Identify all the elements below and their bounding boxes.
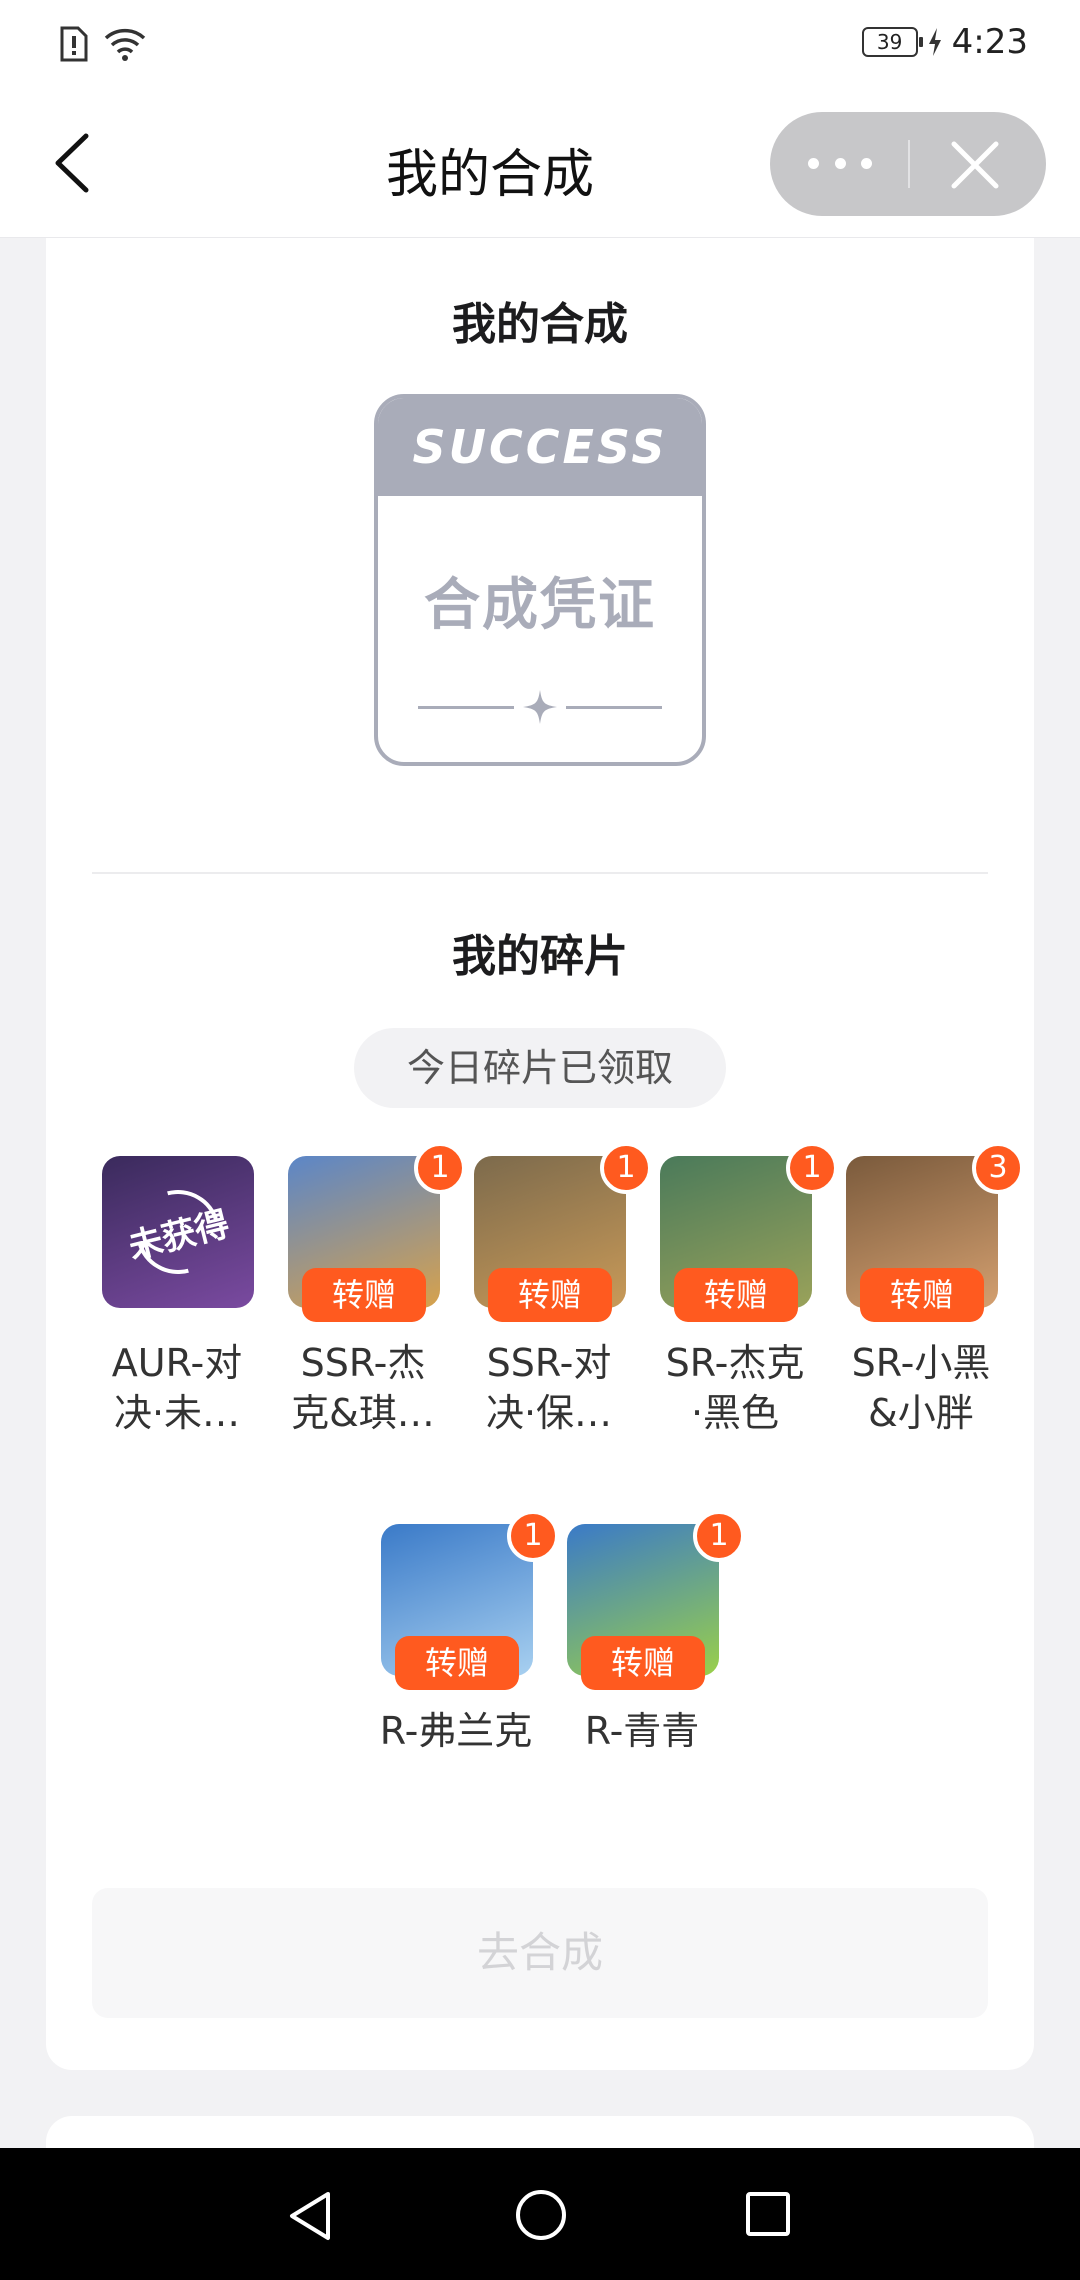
fragment-name: AUR-对 决·未… (111, 1341, 243, 1435)
nav-header: 我的合成 (0, 92, 1080, 238)
wifi-icon (104, 28, 146, 61)
status-bar: 39 4:23 (0, 0, 1080, 92)
fragment-name: R-青青 (584, 1709, 700, 1753)
sparkle-icon (523, 690, 557, 724)
gift-button[interactable]: 转赠 (581, 1636, 705, 1690)
miniapp-capsule (770, 112, 1046, 216)
fragment-name: SSR-对 决·保… (485, 1341, 613, 1435)
gift-button[interactable]: 转赠 (302, 1268, 426, 1322)
battery-icon: 39 (861, 27, 923, 57)
fragment-count-badge: 1 (507, 1510, 559, 1562)
voucher-head: SUCCESS (378, 398, 702, 496)
fragment-thumbnail[interactable]: 未获得 (102, 1156, 254, 1308)
daily-status-pill: 今日碎片已领取 (354, 1028, 726, 1108)
voucher-label: 合成凭证 (424, 573, 656, 638)
card-top-edge (46, 238, 1034, 268)
fragment-count-badge: 1 (600, 1142, 652, 1194)
charging-icon (928, 28, 941, 56)
nav-home-icon[interactable] (516, 2190, 566, 2240)
nav-back-icon[interactable] (286, 2190, 334, 2242)
fragments-title: 我的碎片 (452, 931, 628, 982)
capsule-divider (908, 140, 910, 188)
fragment-count-badge: 1 (786, 1142, 838, 1194)
fragment-name: SR-杰克 ·黑色 (665, 1341, 805, 1435)
more-menu-icon[interactable] (808, 148, 872, 178)
gift-button[interactable]: 转赠 (488, 1268, 612, 1322)
voucher-ornament (418, 690, 662, 724)
clock-time: 4:23 (951, 22, 1028, 62)
synthesis-voucher: SUCCESS 合成凭证 (374, 394, 706, 766)
gift-button[interactable]: 转赠 (860, 1268, 984, 1322)
close-icon[interactable] (948, 138, 1002, 192)
locked-label: 未获得 (124, 1203, 234, 1268)
fragment-name: SR-小黑 &小胖 (851, 1341, 991, 1435)
gift-button[interactable]: 转赠 (674, 1268, 798, 1322)
go-synthesize-button[interactable]: 去合成 (92, 1888, 988, 2018)
status-left-icons (58, 26, 148, 62)
nav-recents-icon[interactable] (746, 2192, 790, 2236)
section-divider (92, 872, 988, 874)
fragment-name: R-弗兰克 (379, 1709, 533, 1753)
synthesis-card: 我的合成 SUCCESS 合成凭证 我的碎片 今日碎片已领取 未获得 AUR-对决… (46, 238, 1034, 2070)
battery-level: 39 (876, 30, 903, 54)
fragment-count-badge: 3 (972, 1142, 1024, 1194)
status-right: 39 4:23 (861, 22, 1028, 62)
system-nav-bar (0, 2148, 1080, 2280)
fragment-count-badge: 1 (414, 1142, 466, 1194)
gift-button[interactable]: 转赠 (395, 1636, 519, 1690)
sim-alert-icon (60, 26, 88, 62)
synthesis-title: 我的合成 (452, 299, 628, 350)
fragment-name: SSR-杰 克&琪… (291, 1341, 435, 1435)
fragment-count-badge: 1 (693, 1510, 745, 1562)
